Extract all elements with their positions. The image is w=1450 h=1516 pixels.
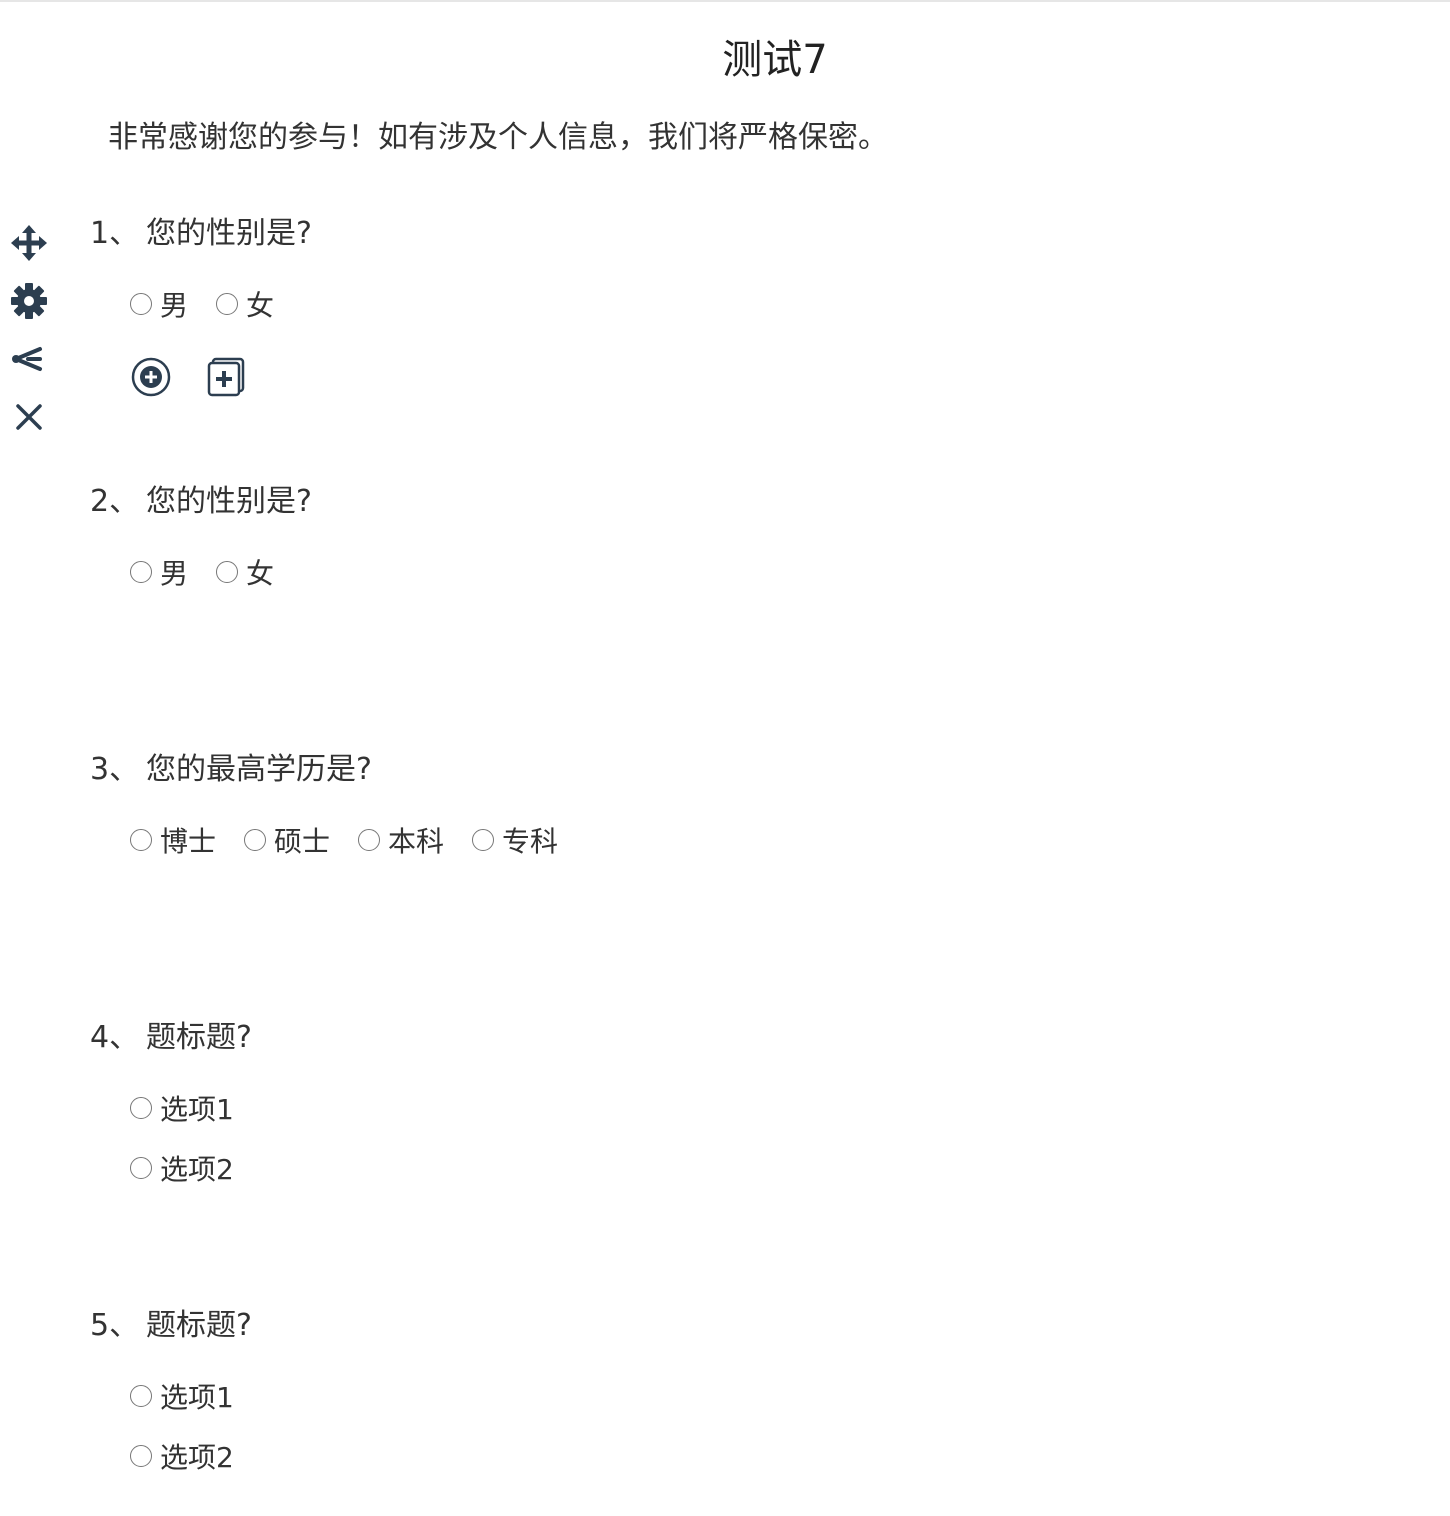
radio-button[interactable]: [358, 829, 381, 851]
survey-intro: 非常感谢您的参与！如有涉及个人信息，我们将严格保密。: [108, 120, 888, 155]
question-2: 2、 您的性别是? 男 女: [90, 482, 312, 590]
option-2[interactable]: 选项2: [130, 1438, 252, 1474]
question-number: 4、: [90, 1020, 140, 1055]
question-actions: [130, 356, 312, 398]
option-label: 女: [246, 289, 275, 322]
radio-button[interactable]: [130, 1157, 152, 1179]
question-title: 2、 您的性别是?: [90, 482, 312, 522]
survey-title: 测试7: [722, 37, 828, 83]
question-number: 1、: [90, 216, 140, 251]
option-1[interactable]: 选项1: [130, 1378, 252, 1414]
question-toolbar: [8, 222, 50, 454]
question-4: 4、 题标题? 选项1 选项2: [90, 1018, 252, 1210]
question-number: 3、: [90, 752, 140, 787]
option-label: 专科: [502, 825, 559, 858]
option-label: 选项2: [160, 1153, 234, 1186]
radio-button[interactable]: [130, 1097, 152, 1119]
option-label: 男: [160, 557, 189, 590]
question-text: 您的性别是?: [146, 484, 312, 519]
option-label: 选项1: [160, 1381, 234, 1414]
radio-button[interactable]: [130, 293, 152, 315]
option-group: 男 女: [130, 286, 312, 322]
logic-branch-icon[interactable]: [8, 338, 50, 380]
radio-button[interactable]: [216, 561, 239, 583]
radio-button[interactable]: [244, 829, 267, 851]
option-label: 选项1: [160, 1093, 234, 1126]
radio-button[interactable]: [472, 829, 495, 851]
option-associate[interactable]: 专科: [472, 822, 558, 858]
question-3: 3、 您的最高学历是? 博士 硕士 本科 专科: [90, 750, 586, 858]
option-label: 选项2: [160, 1441, 234, 1474]
add-option-icon[interactable]: [130, 356, 172, 398]
question-text: 题标题?: [146, 1020, 252, 1055]
option-phd[interactable]: 博士: [130, 822, 216, 858]
gear-icon[interactable]: [8, 280, 50, 322]
option-1[interactable]: 选项1: [130, 1090, 252, 1126]
question-number: 5、: [90, 1308, 140, 1343]
radio-button[interactable]: [130, 829, 152, 851]
option-masters[interactable]: 硕士: [244, 822, 330, 858]
option-group: 男 女: [130, 554, 312, 590]
question-title: 5、 题标题?: [90, 1306, 252, 1346]
option-label: 男: [160, 289, 189, 322]
radio-button[interactable]: [130, 1445, 152, 1467]
batch-add-option-icon[interactable]: [206, 356, 248, 398]
option-male[interactable]: 男: [130, 286, 188, 322]
top-divider: [0, 0, 1450, 2]
option-male[interactable]: 男: [130, 554, 188, 590]
option-group: 选项1 选项2: [130, 1378, 252, 1474]
option-female[interactable]: 女: [216, 286, 274, 322]
question-1: 1、 您的性别是? 男 女: [90, 214, 312, 398]
option-label: 博士: [160, 825, 217, 858]
question-text: 您的最高学历是?: [146, 752, 372, 787]
option-2[interactable]: 选项2: [130, 1150, 252, 1186]
radio-button[interactable]: [130, 561, 152, 583]
option-group: 博士 硕士 本科 专科: [130, 822, 586, 858]
close-icon[interactable]: [8, 396, 50, 438]
radio-button[interactable]: [216, 293, 239, 315]
radio-button[interactable]: [130, 1385, 152, 1407]
question-number: 2、: [90, 484, 140, 519]
question-title: 3、 您的最高学历是?: [90, 750, 586, 790]
question-5: 5、 题标题? 选项1 选项2: [90, 1306, 252, 1498]
option-label: 硕士: [274, 825, 331, 858]
question-title: 1、 您的性别是?: [90, 214, 312, 254]
question-text: 题标题?: [146, 1308, 252, 1343]
option-label: 本科: [388, 825, 445, 858]
option-bachelor[interactable]: 本科: [358, 822, 444, 858]
option-label: 女: [246, 557, 275, 590]
option-female[interactable]: 女: [216, 554, 274, 590]
question-text: 您的性别是?: [146, 216, 312, 251]
move-icon[interactable]: [8, 222, 50, 264]
option-group: 选项1 选项2: [130, 1090, 252, 1186]
question-title: 4、 题标题?: [90, 1018, 252, 1058]
